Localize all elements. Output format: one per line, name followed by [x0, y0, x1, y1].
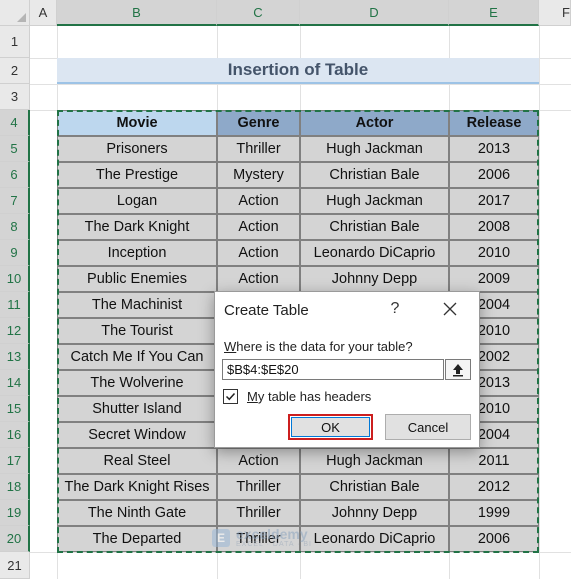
- upload-arrow-icon: [453, 363, 463, 376]
- watermark: E exceldemy EXCEL · DATA · BI: [212, 527, 312, 548]
- row-header[interactable]: 19: [0, 500, 30, 526]
- headers-checkbox-label[interactable]: My table has headers: [247, 389, 371, 404]
- checkmark-icon: [225, 392, 236, 401]
- table-cell-movie[interactable]: Shutter Island: [57, 396, 217, 422]
- table-cell-movie[interactable]: Public Enemies: [57, 266, 217, 292]
- gridline: [539, 26, 540, 579]
- row-header[interactable]: 15: [0, 396, 30, 422]
- table-cell-actor[interactable]: Leonardo DiCaprio: [300, 526, 449, 552]
- table-cell-actor[interactable]: Christian Bale: [300, 162, 449, 188]
- row-header[interactable]: 6: [0, 162, 30, 188]
- table-cell-release[interactable]: 2009: [449, 266, 539, 292]
- help-button[interactable]: ?: [385, 300, 405, 318]
- column-header-c[interactable]: C: [217, 0, 300, 26]
- table-cell-release[interactable]: 2013: [449, 136, 539, 162]
- table-cell-movie[interactable]: Catch Me If You Can: [57, 344, 217, 370]
- row-header[interactable]: 8: [0, 214, 30, 240]
- row-header[interactable]: 2: [0, 58, 30, 84]
- table-cell-movie[interactable]: Inception: [57, 240, 217, 266]
- row-header[interactable]: 9: [0, 240, 30, 266]
- table-cell-genre[interactable]: Action: [217, 448, 300, 474]
- table-cell-release[interactable]: 2011: [449, 448, 539, 474]
- table-cell-movie[interactable]: Real Steel: [57, 448, 217, 474]
- table-range-input[interactable]: [222, 359, 444, 380]
- sheet-title[interactable]: Insertion of Table: [57, 58, 539, 84]
- watermark-name: exceldemy: [236, 526, 308, 542]
- row-header[interactable]: 20: [0, 526, 30, 552]
- table-cell-release[interactable]: 2012: [449, 474, 539, 500]
- row-header[interactable]: 7: [0, 188, 30, 214]
- dialog-title: Create Table: [224, 302, 309, 319]
- table-cell-release[interactable]: 2006: [449, 162, 539, 188]
- table-cell-release[interactable]: 1999: [449, 500, 539, 526]
- table-cell-release[interactable]: 2008: [449, 214, 539, 240]
- gridline: [30, 552, 571, 553]
- table-cell-genre[interactable]: Thriller: [217, 500, 300, 526]
- select-all-corner[interactable]: [0, 0, 30, 26]
- table-cell-movie[interactable]: The Prestige: [57, 162, 217, 188]
- create-table-dialog: Create Table ? Where is the data for you…: [214, 291, 480, 448]
- table-cell-genre[interactable]: Action: [217, 214, 300, 240]
- collapse-dialog-button[interactable]: [445, 359, 471, 380]
- table-cell-movie[interactable]: The Ninth Gate: [57, 500, 217, 526]
- table-cell-movie[interactable]: The Tourist: [57, 318, 217, 344]
- row-header[interactable]: 12: [0, 318, 30, 344]
- row-header[interactable]: 21: [0, 552, 30, 579]
- watermark-logo-icon: E: [212, 528, 230, 547]
- table-cell-release[interactable]: 2010: [449, 240, 539, 266]
- table-cell-movie[interactable]: Logan: [57, 188, 217, 214]
- table-cell-genre[interactable]: Mystery: [217, 162, 300, 188]
- column-header-d[interactable]: D: [300, 0, 449, 26]
- table-cell-actor[interactable]: Johnny Depp: [300, 500, 449, 526]
- row-header[interactable]: 16: [0, 422, 30, 448]
- close-button[interactable]: [439, 298, 461, 320]
- header-cell-movie[interactable]: Movie: [57, 110, 217, 136]
- header-cell-actor[interactable]: Actor: [300, 110, 449, 136]
- header-cell-genre[interactable]: Genre: [217, 110, 300, 136]
- watermark-tagline: EXCEL · DATA · BI: [236, 541, 312, 548]
- cancel-button[interactable]: Cancel: [385, 414, 471, 440]
- range-prompt-label: Where is the data for your table?: [224, 339, 413, 354]
- table-cell-genre[interactable]: Thriller: [217, 474, 300, 500]
- close-icon: [443, 302, 457, 316]
- table-cell-genre[interactable]: Action: [217, 188, 300, 214]
- table-cell-actor[interactable]: Hugh Jackman: [300, 136, 449, 162]
- column-header-f[interactable]: F: [539, 0, 571, 26]
- row-header[interactable]: 4: [0, 110, 30, 136]
- table-cell-movie[interactable]: The Departed: [57, 526, 217, 552]
- row-header[interactable]: 17: [0, 448, 30, 474]
- row-header[interactable]: 10: [0, 266, 30, 292]
- column-header-b[interactable]: B: [57, 0, 217, 26]
- table-cell-actor[interactable]: Johnny Depp: [300, 266, 449, 292]
- gridline: [30, 84, 571, 85]
- row-header[interactable]: 13: [0, 344, 30, 370]
- table-cell-genre[interactable]: Thriller: [217, 136, 300, 162]
- ok-button[interactable]: OK: [288, 414, 373, 440]
- row-header[interactable]: 3: [0, 84, 30, 110]
- table-cell-movie[interactable]: The Dark Knight: [57, 214, 217, 240]
- table-cell-release[interactable]: 2006: [449, 526, 539, 552]
- headers-checkbox[interactable]: [223, 389, 238, 404]
- table-cell-release[interactable]: 2017: [449, 188, 539, 214]
- row-header[interactable]: 1: [0, 26, 30, 58]
- row-header[interactable]: 11: [0, 292, 30, 318]
- column-header-e[interactable]: E: [449, 0, 539, 26]
- row-header[interactable]: 14: [0, 370, 30, 396]
- table-cell-genre[interactable]: Action: [217, 240, 300, 266]
- table-cell-actor[interactable]: Hugh Jackman: [300, 448, 449, 474]
- column-header-a[interactable]: A: [30, 0, 57, 26]
- table-cell-actor[interactable]: Christian Bale: [300, 474, 449, 500]
- header-cell-release[interactable]: Release: [449, 110, 539, 136]
- table-cell-actor[interactable]: Christian Bale: [300, 214, 449, 240]
- row-header[interactable]: 5: [0, 136, 30, 162]
- table-cell-movie[interactable]: The Dark Knight Rises: [57, 474, 217, 500]
- table-cell-actor[interactable]: Leonardo DiCaprio: [300, 240, 449, 266]
- table-cell-movie[interactable]: Secret Window: [57, 422, 217, 448]
- table-cell-movie[interactable]: The Wolverine: [57, 370, 217, 396]
- table-cell-actor[interactable]: Hugh Jackman: [300, 188, 449, 214]
- table-cell-genre[interactable]: Action: [217, 266, 300, 292]
- table-cell-movie[interactable]: The Machinist: [57, 292, 217, 318]
- row-header[interactable]: 18: [0, 474, 30, 500]
- table-cell-movie[interactable]: Prisoners: [57, 136, 217, 162]
